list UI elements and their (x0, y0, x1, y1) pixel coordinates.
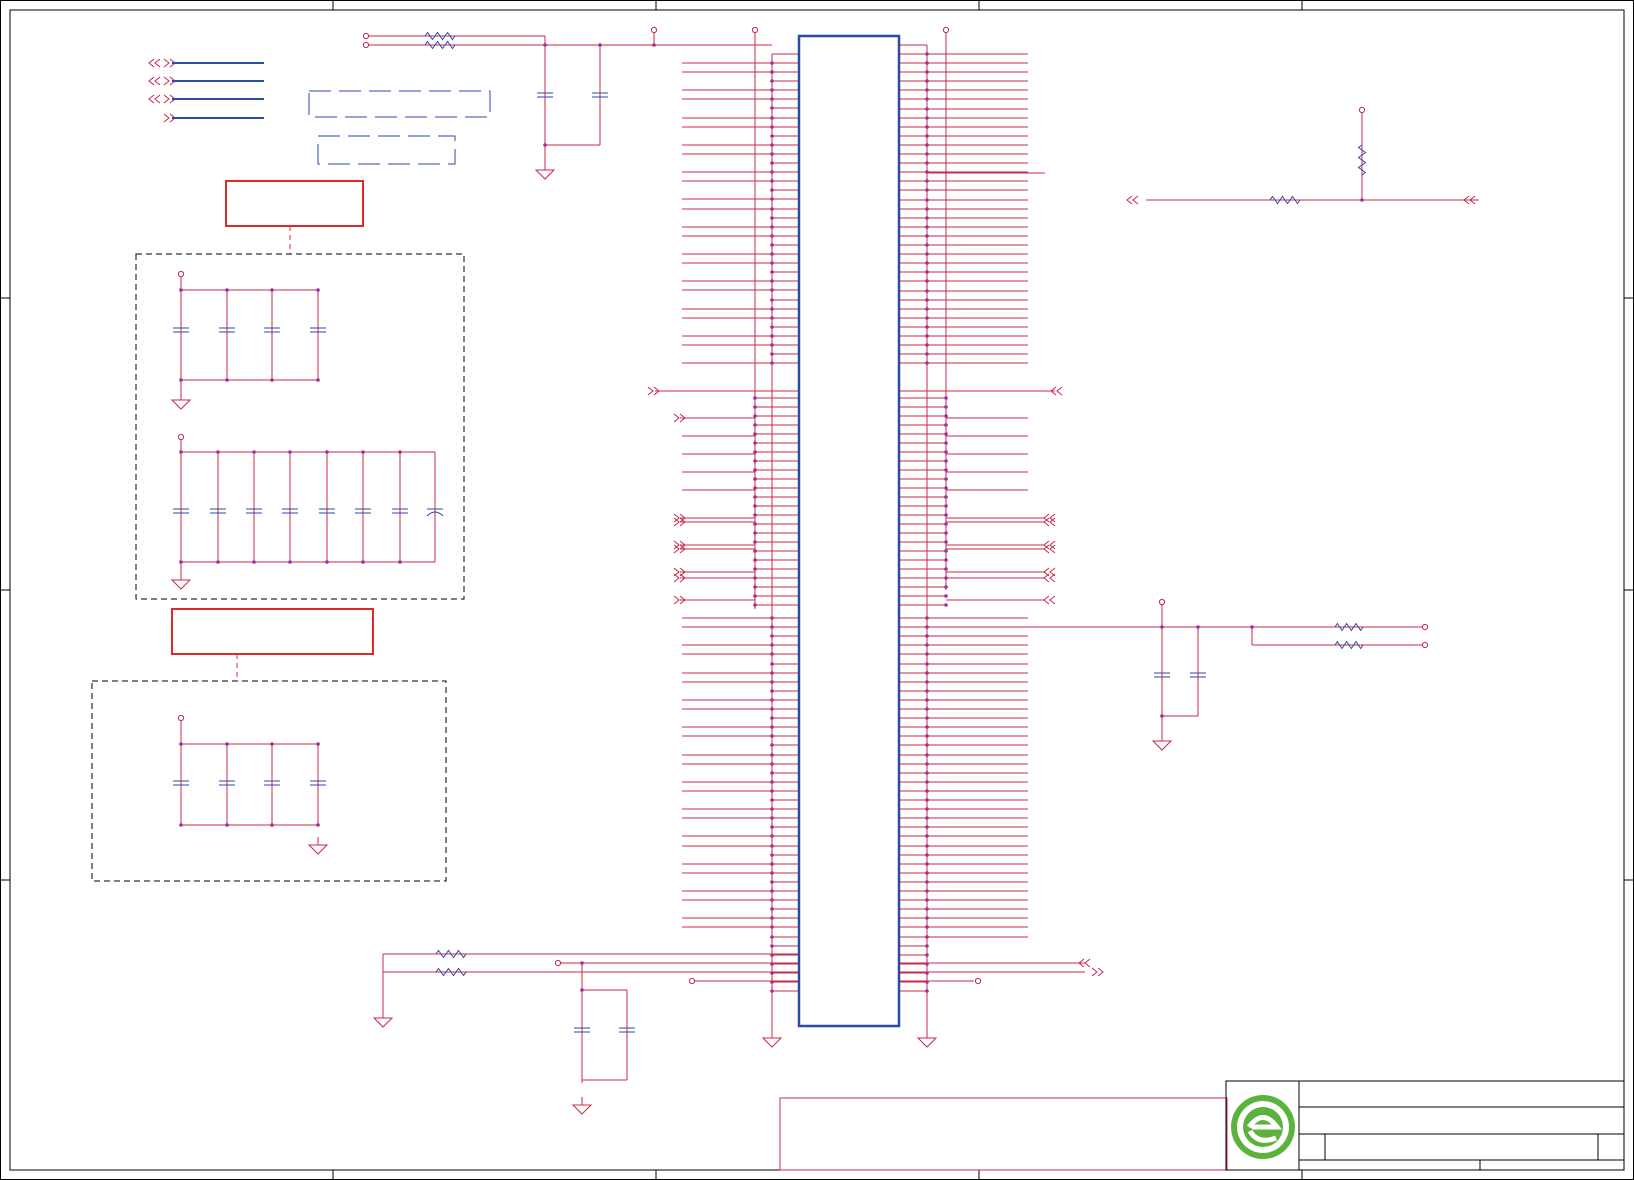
power-pin-icon (1158, 598, 1166, 606)
power-pin-icon (362, 32, 370, 40)
dashed-note-boxes (308, 90, 491, 165)
power-pin-icon (554, 959, 562, 967)
off-page-connector-icon (1126, 195, 1139, 205)
schematic-sheet (0, 0, 1634, 1180)
off-page-connector-icon (148, 58, 161, 68)
power-pin-icon (688, 977, 696, 985)
resistor-icon (1269, 195, 1301, 205)
ground-icon (1151, 733, 1173, 751)
ground-icon (170, 392, 192, 410)
off-page-connector-icon (1043, 595, 1056, 605)
bus-arrows (148, 58, 1476, 977)
ground-icon (307, 837, 329, 855)
power-pin-icon (177, 433, 185, 441)
power-pin-icon (751, 26, 759, 34)
off-page-connector-icon (1043, 573, 1056, 583)
green-e-logo-icon (1231, 1095, 1295, 1159)
off-page-connector-icon (148, 94, 161, 104)
schematic-canvas (0, 0, 1634, 1180)
power-pin-icon (650, 26, 658, 34)
sheet-frame (0, 0, 1634, 1180)
power-pin-icon (942, 26, 950, 34)
off-page-connector-icon (148, 76, 161, 86)
resistor-icon (1334, 640, 1364, 650)
ground-icon (170, 572, 192, 590)
off-page-connector-icon (1091, 967, 1104, 977)
power-pin-icon (1421, 641, 1429, 649)
power-pin-icon (974, 977, 982, 985)
power-pin-icon (177, 270, 185, 278)
power-group-2 (91, 608, 447, 882)
resistor-icon (1357, 144, 1367, 176)
resistor-icon (435, 967, 467, 977)
ground-icon (534, 162, 556, 180)
ground-icon (571, 1097, 593, 1115)
resistor-icon (1334, 622, 1364, 632)
connector-body (797, 34, 901, 1028)
resistor-icon (424, 31, 456, 41)
power-pin-icon (177, 714, 185, 722)
title-block (779, 1080, 1625, 1171)
power-pin-icon (1358, 106, 1366, 114)
resistor-icon (424, 40, 456, 50)
power-group-1 (135, 180, 465, 600)
ground-icon (916, 1030, 938, 1048)
power-pin-icon (1421, 623, 1429, 631)
power-pin-icon (362, 41, 370, 49)
wire-layer (172, 33, 1479, 1083)
ground-icon (761, 1030, 783, 1048)
ground-icon (372, 1010, 394, 1028)
resistor-icon (435, 949, 467, 959)
